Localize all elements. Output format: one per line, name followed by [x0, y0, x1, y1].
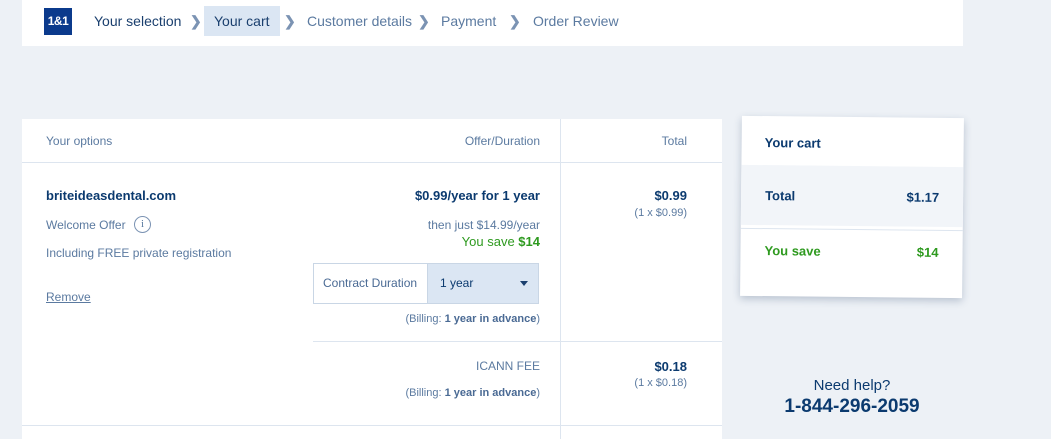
cart-save-label: You save — [764, 243, 821, 259]
contract-duration-label: Contract Duration — [323, 276, 418, 290]
chevron-right-icon: ❯ — [418, 13, 430, 29]
contract-duration-value: 1 year — [440, 276, 474, 290]
domain-total: $0.99 — [654, 188, 687, 203]
step-customer-details: Customer details — [307, 13, 413, 29]
chevron-right-icon: ❯ — [190, 13, 202, 29]
header-total: Total — [661, 134, 687, 148]
billing-value: 1 year in advance — [444, 387, 537, 399]
domain-billing-info: (Billing: 1 year in advance) — [405, 313, 540, 325]
caret-down-icon — [520, 281, 528, 286]
remove-link[interactable]: Remove — [46, 290, 91, 304]
info-icon[interactable]: i — [134, 216, 151, 233]
row-divider — [22, 425, 722, 426]
you-save-text: You save $14 — [462, 234, 540, 249]
help-title: Need help? — [813, 377, 891, 394]
cart-summary-title: Your cart — [764, 135, 821, 151]
step-order-review: Order Review — [533, 13, 619, 29]
cart-divider — [740, 227, 963, 232]
contract-duration-select[interactable]: 1 year — [427, 264, 538, 303]
brand-logo[interactable]: 1&1 — [44, 8, 72, 35]
offer-price: $0.99/year for 1 year — [414, 188, 540, 203]
billing-value: 1 year in advance — [444, 313, 537, 325]
icann-billing-info: (Billing: 1 year in advance) — [405, 387, 540, 399]
help-phone-number[interactable]: 1-844-296-2059 — [741, 396, 963, 418]
icann-total: $0.18 — [654, 359, 687, 374]
chevron-right-icon: ❯ — [284, 13, 296, 29]
header-your-options: Your options — [46, 134, 113, 148]
billing-suffix: ) — [536, 387, 540, 399]
billing-suffix: ) — [536, 313, 540, 325]
welcome-offer-label: Welcome Offer — [46, 218, 126, 232]
step-payment: Payment — [441, 13, 497, 29]
billing-prefix: (Billing: — [405, 313, 445, 325]
icann-total-detail: (1 x $0.18) — [634, 377, 687, 389]
header-divider — [22, 162, 722, 163]
domain-total-detail: (1 x $0.99) — [634, 207, 687, 219]
free-registration-label: Including FREE private registration — [46, 246, 232, 260]
billing-prefix: (Billing: — [405, 387, 445, 399]
header-offer-duration: Offer/Duration — [464, 134, 540, 148]
cart-items-table: Your options Offer/Duration Total britei… — [22, 119, 722, 439]
contract-duration-control: Contract Duration 1 year — [313, 263, 539, 304]
cart-total-label: Total — [765, 188, 796, 204]
you-save-amount: $14 — [518, 234, 540, 249]
icann-fee-label: ICANN FEE — [475, 359, 540, 373]
you-save-prefix: You save — [461, 234, 519, 249]
checkout-progress-bar: 1&1 Your selection ❯ Your cart ❯ Custome… — [22, 0, 963, 46]
cart-total-value: $1.17 — [906, 189, 940, 205]
column-divider — [560, 119, 561, 439]
row-divider — [313, 341, 722, 342]
domain-name: briteideasdental.com — [46, 188, 177, 203]
step-your-cart[interactable]: Your cart — [204, 6, 280, 36]
step-your-selection[interactable]: Your selection — [94, 6, 181, 36]
chevron-right-icon: ❯ — [509, 13, 521, 29]
cart-save-value: $14 — [916, 244, 939, 260]
renewal-price: then just $14.99/year — [427, 218, 540, 232]
cart-summary-card: Your cart Total $1.17 You save $14 — [740, 115, 964, 299]
